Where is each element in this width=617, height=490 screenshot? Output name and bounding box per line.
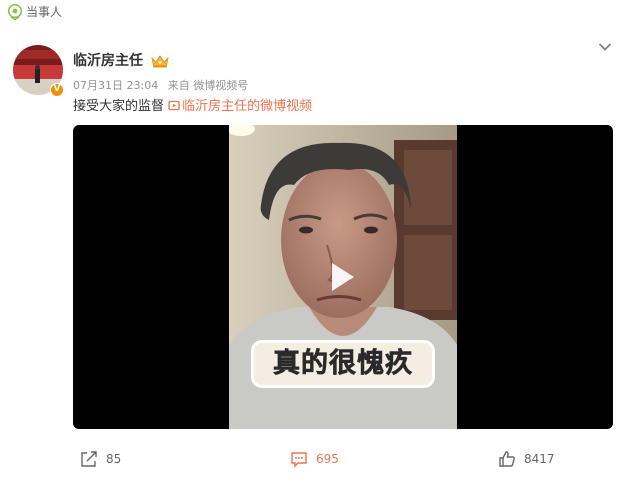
video-link[interactable]: 临沂房主任的微博视频 — [168, 99, 312, 114]
comment-button[interactable]: 695 — [290, 445, 339, 473]
chevron-down-icon[interactable] — [598, 42, 612, 52]
subtitle-box: 真的很愧疚 — [254, 343, 432, 385]
party-label: 当事人 — [26, 5, 63, 19]
action-bar: 85 695 8417 — [0, 445, 617, 473]
location-pin-icon — [7, 4, 23, 20]
thumbs-up-icon — [499, 451, 515, 467]
repost-icon — [81, 451, 97, 467]
repost-button[interactable]: 85 — [80, 445, 121, 473]
post-text: 接受大家的监督 临沂房主任的微博视频 — [73, 99, 312, 115]
play-icon[interactable] — [320, 257, 360, 297]
top-label-bar: 当事人 — [0, 0, 617, 26]
video-link-label: 临沂房主任的微博视频 — [182, 99, 313, 114]
post-body: 接受大家的监督 — [73, 99, 165, 114]
video-player[interactable]: 真的很愧疚 — [73, 125, 613, 429]
comment-count: 695 — [316, 452, 339, 466]
verified-badge: V — [50, 83, 64, 97]
post-meta: 07月31日 23:04 来自 微博视频号 — [73, 79, 254, 92]
like-count: 8417 — [524, 452, 555, 466]
comment-icon — [291, 452, 307, 468]
video-subtitle: 真的很愧疚 — [273, 348, 413, 379]
repost-count: 85 — [106, 452, 122, 466]
crown-icon — [151, 55, 169, 68]
video-icon — [168, 100, 180, 111]
post-source: 来自 微博视频号 — [167, 79, 249, 92]
username[interactable]: 临沂房主任 — [73, 53, 143, 69]
post-date[interactable]: 07月31日 23:04 — [73, 79, 158, 92]
like-button[interactable]: 8417 — [498, 445, 555, 473]
